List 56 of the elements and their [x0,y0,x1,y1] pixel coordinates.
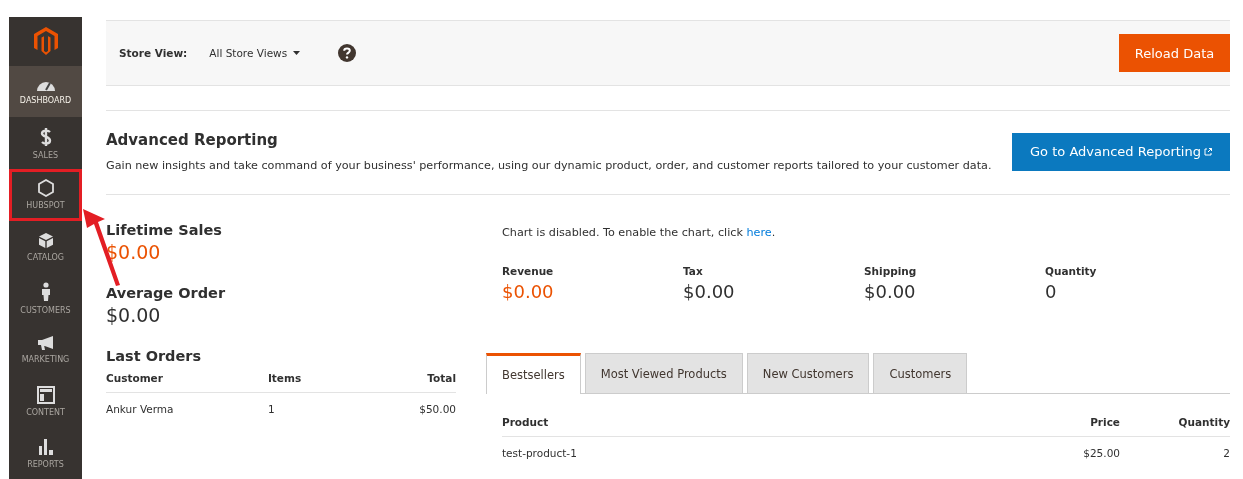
column-header: Price [1090,416,1120,428]
sidebar-item[interactable]: REPORTS [9,427,82,479]
section-title: Advanced Reporting [106,131,279,149]
table-cell: $50.00 [419,403,456,415]
column-header: Total [427,372,456,384]
stat-value: $0.00 [106,241,162,263]
logo-icon[interactable] [33,27,58,56]
reload-data-button[interactable]: Reload Data [1119,34,1230,72]
box-icon [37,231,54,249]
section-title: Last Orders [106,348,203,364]
here-link[interactable]: here [746,226,772,239]
total-label: Revenue [502,265,555,277]
tab[interactable]: New Customers [746,353,870,393]
person-icon [40,281,51,302]
total-value: 0 [1045,281,1058,302]
megaphone-icon [36,335,55,352]
total-value: $0.00 [864,281,917,302]
section-description: Gain new insights and take command of your business' performance, using our dynamic product, order, and customer reports tailored to your customer data. [106,159,992,172]
chart-disabled-notice: Chart is disabled. To enable the chart, click here. [502,226,777,239]
table-cell: $25.00 [1083,447,1120,459]
column-header: Customer [106,372,163,384]
column-header: Quantity [1178,416,1230,428]
help-icon[interactable] [338,44,357,62]
total-label: Shipping [864,265,918,277]
tab[interactable]: Bestsellers [486,353,581,394]
column-header: Product [502,416,549,428]
tab[interactable]: Most Viewed Products [584,353,743,393]
store-view-label: Store View: [119,47,188,59]
table-cell: Ankur Verma [106,403,174,415]
sidebar-item[interactable]: CATALOG [9,220,82,273]
stat-label: Lifetime Sales [106,222,223,238]
total-label: Quantity [1045,265,1098,277]
sidebar-item[interactable]: CUSTOMERS [9,272,82,324]
bar-chart-icon [37,437,54,456]
sidebar-item[interactable]: CONTENT [9,375,82,428]
caret-icon [293,51,301,55]
column-header: Items [267,372,302,384]
sidebar-item[interactable]: DASHBOARD [9,65,82,118]
external-link-icon [1203,147,1212,156]
sidebar-item[interactable]: MARKETING [9,324,82,376]
layout-icon [36,386,55,404]
table-cell: test-product-1 [502,447,577,459]
hexagon-icon [37,179,54,198]
stat-value: $0.00 [106,304,162,326]
table-cell: 1 [267,403,275,415]
advanced-reporting-button[interactable]: Go to Advanced Reporting [1012,132,1230,171]
stat-label: Average Order [106,285,227,301]
tab[interactable]: Customers [873,353,968,393]
dollar-icon [39,126,52,147]
store-view-dropdown[interactable]: All Store Views [209,47,301,59]
sidebar-item[interactable]: HUBSPOT [9,169,82,221]
total-value: $0.00 [502,281,555,302]
sidebar-item[interactable]: SALES [9,117,82,169]
total-value: $0.00 [683,281,736,302]
total-label: Tax [683,265,704,277]
table-cell: 2 [1223,447,1230,459]
